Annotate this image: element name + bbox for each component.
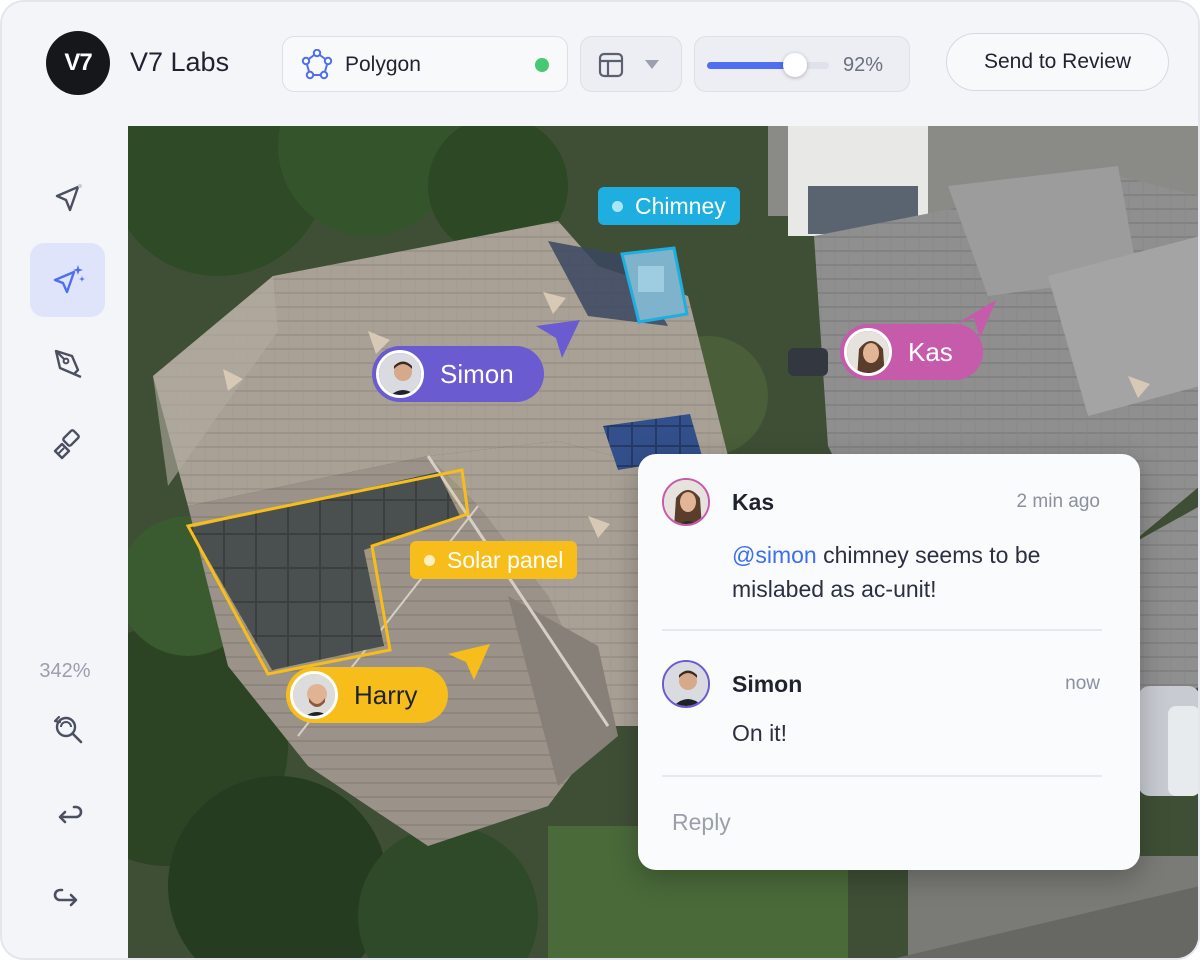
zoom-fit-icon bbox=[53, 715, 82, 744]
brand-name: V7 Labs bbox=[130, 47, 230, 77]
comment-author: Kas bbox=[732, 489, 775, 515]
avatar bbox=[376, 350, 424, 398]
collaborator-name: Kas bbox=[908, 336, 953, 367]
polygon-icon bbox=[301, 49, 333, 80]
label-dot bbox=[612, 200, 623, 212]
top-bar: V7 V7 Labs Polygon 92% Send to Review bbox=[2, 2, 1198, 126]
comment-text: @simon chimney seems to be mislabed as a… bbox=[732, 538, 1112, 606]
label-dot bbox=[424, 554, 435, 566]
annotation-class-label: Polygon bbox=[345, 53, 421, 76]
cursor-icon bbox=[55, 184, 82, 212]
send-to-review-button[interactable]: Send to Review bbox=[946, 33, 1169, 91]
label-chimney[interactable]: Chimney bbox=[598, 187, 740, 225]
divider bbox=[662, 629, 1102, 631]
zoom-level: 342% bbox=[39, 660, 91, 682]
slider-value: 92% bbox=[842, 54, 883, 76]
ai-cursor-tool-button[interactable] bbox=[30, 243, 105, 317]
label-solar-panel[interactable]: Solar panel bbox=[410, 541, 578, 579]
pen-icon bbox=[54, 349, 81, 379]
opacity-slider[interactable]: 92% bbox=[694, 36, 910, 92]
brush-icon bbox=[53, 429, 80, 460]
comment-author: Simon bbox=[732, 671, 803, 697]
comment-thread-panel: Kas 2 min ago @simon chimney seems to be… bbox=[638, 454, 1140, 870]
brush-tool-button[interactable] bbox=[30, 408, 105, 482]
status-dot bbox=[535, 58, 549, 72]
redo-icon bbox=[53, 888, 77, 907]
slider-fill bbox=[707, 62, 795, 69]
ai-cursor-icon bbox=[53, 265, 85, 294]
collaborator-name: Harry bbox=[354, 679, 418, 710]
slider-track[interactable] bbox=[707, 62, 829, 69]
comment-time: now bbox=[1065, 673, 1100, 694]
undo-button[interactable] bbox=[30, 776, 105, 850]
user-mention[interactable]: @simon bbox=[732, 542, 817, 568]
avatar bbox=[662, 478, 710, 526]
collaborator-name: Simon bbox=[440, 358, 514, 389]
collaborator-tag-harry[interactable]: Harry bbox=[286, 667, 448, 723]
v7-logo[interactable]: V7 bbox=[46, 31, 110, 95]
collaborator-tag-kas[interactable]: Kas bbox=[840, 324, 983, 380]
pen-tool-button[interactable] bbox=[30, 327, 105, 401]
label-chimney-text: Chimney bbox=[635, 192, 726, 219]
divider bbox=[662, 775, 1102, 777]
comment-time: 2 min ago bbox=[1016, 491, 1100, 512]
reply-input[interactable]: Reply bbox=[672, 809, 731, 836]
tool-sidebar: 342% bbox=[2, 126, 128, 958]
cursor-tool-button[interactable] bbox=[30, 162, 105, 236]
undo-icon bbox=[58, 805, 82, 824]
chevron-down-icon bbox=[645, 60, 659, 69]
label-solar-panel-text: Solar panel bbox=[447, 546, 564, 573]
avatar bbox=[662, 660, 710, 708]
avatar bbox=[844, 328, 892, 376]
comment-text: On it! bbox=[732, 720, 787, 746]
collaborator-tag-simon[interactable]: Simon bbox=[372, 346, 544, 402]
annotation-app: V7 V7 Labs Polygon 92% Send to Review 34… bbox=[0, 0, 1200, 960]
zoom-fit-button[interactable] bbox=[30, 692, 105, 766]
layout-icon bbox=[598, 52, 624, 78]
avatar bbox=[290, 671, 338, 719]
layout-dropdown[interactable] bbox=[580, 36, 682, 92]
slider-thumb[interactable] bbox=[783, 53, 807, 77]
redo-button[interactable] bbox=[30, 859, 105, 933]
annotation-class-select[interactable]: Polygon bbox=[282, 36, 568, 92]
